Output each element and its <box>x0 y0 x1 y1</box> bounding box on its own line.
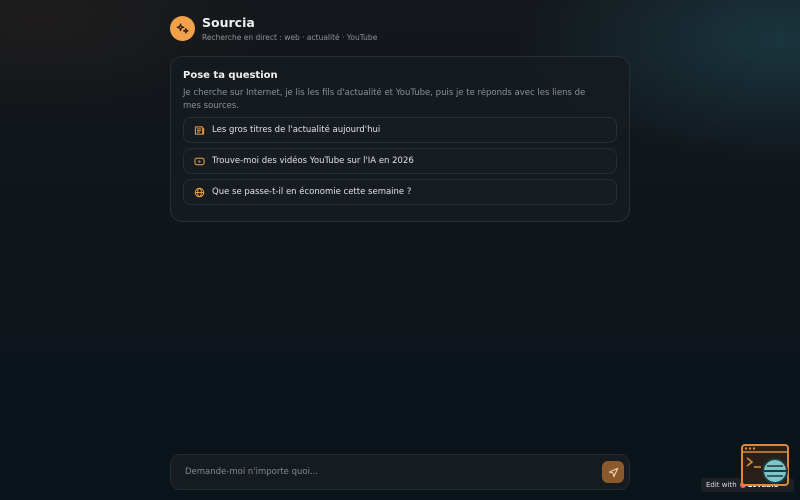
send-button[interactable] <box>602 461 624 483</box>
sparkles-icon <box>176 22 189 34</box>
welcome-card: Pose ta question Je cherche sur Internet… <box>170 56 630 222</box>
suggestion-label: Les gros titres de l'actualité aujourd'h… <box>212 125 381 135</box>
youtube-icon <box>193 155 205 167</box>
suggestion-button-economy[interactable]: Que se passe-t-il en économie cette sema… <box>183 179 617 205</box>
suggestion-list: Les gros titres de l'actualité aujourd'h… <box>183 117 617 205</box>
send-icon <box>608 467 618 477</box>
suggestion-label: Que se passe-t-il en économie cette sema… <box>212 187 412 197</box>
newspaper-icon <box>193 124 205 136</box>
suggestion-label: Trouve-moi des vidéos YouTube sur l'IA e… <box>212 156 414 166</box>
developer-tools-widget[interactable] <box>741 444 791 492</box>
badge-prefix: Edit with <box>706 481 737 489</box>
message-input[interactable] <box>183 466 602 478</box>
suggestion-button-headlines[interactable]: Les gros titres de l'actualité aujourd'h… <box>183 117 617 143</box>
chat-composer <box>170 454 630 490</box>
logo <box>170 16 195 41</box>
app-title: Sourcia <box>202 15 255 30</box>
suggestion-button-youtube[interactable]: Trouve-moi des vidéos YouTube sur l'IA e… <box>183 148 617 174</box>
welcome-title: Pose ta question <box>183 70 278 81</box>
globe-icon <box>193 186 205 198</box>
welcome-description: Je cherche sur Internet, je lis les fils… <box>183 88 586 111</box>
app-header: Sourcia Recherche en direct : web · actu… <box>170 15 377 42</box>
app-subtitle: Recherche en direct : web · actualité · … <box>202 33 378 42</box>
